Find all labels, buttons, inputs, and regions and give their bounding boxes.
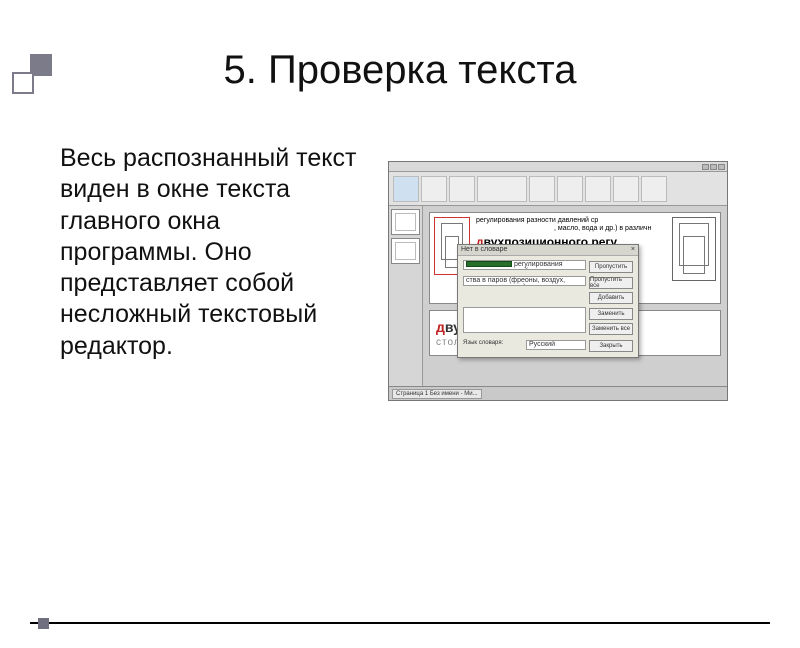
toolbar-button[interactable] xyxy=(393,176,419,202)
green-highlight xyxy=(466,261,512,267)
toolbar-button[interactable] xyxy=(449,176,475,202)
statusbar: Страница 1 Без имени - Ми... xyxy=(389,386,727,400)
doc-text: , масло, вода и др.) в различн xyxy=(554,225,651,232)
toolbar-button[interactable] xyxy=(477,176,527,202)
replace-all-button[interactable]: Заменить все xyxy=(589,323,633,335)
skip-all-button[interactable]: Пропустить все xyxy=(589,277,633,289)
minimize-button[interactable] xyxy=(702,164,709,170)
app-titlebar xyxy=(389,162,727,172)
screenshot: регулирования разности давлений ср , мас… xyxy=(388,161,728,401)
skip-button[interactable]: Пропустить xyxy=(589,261,633,273)
language-select[interactable]: Русский xyxy=(526,340,586,350)
spellcheck-dialog: Нет в словаре × регулирования разности д… xyxy=(457,244,639,358)
doc-text: регулирования разности давлений ср xyxy=(476,217,598,224)
dialog-context-field[interactable]: регулирования разности давлений сред xyxy=(463,260,586,270)
toolbar-button[interactable] xyxy=(613,176,639,202)
cancel-button[interactable]: Закрыть xyxy=(589,340,633,352)
toolbar-button[interactable] xyxy=(641,176,667,202)
add-button[interactable]: Добавить xyxy=(589,292,633,304)
thumbnail-panel xyxy=(389,206,423,386)
body-text: Весь распознанный текст виден в окне тек… xyxy=(60,143,360,362)
footer-rule xyxy=(30,622,770,624)
language-label: Язык словаря: xyxy=(463,340,523,353)
dialog-title-text: Нет в словаре xyxy=(461,246,507,254)
close-button[interactable] xyxy=(718,164,725,170)
dialog-titlebar: Нет в словаре × xyxy=(458,245,638,256)
toolbar-button[interactable] xyxy=(529,176,555,202)
maximize-button[interactable] xyxy=(710,164,717,170)
app-window: регулирования разности давлений ср , мас… xyxy=(388,161,728,401)
app-body: регулирования разности давлений ср , мас… xyxy=(389,206,727,386)
toolbar-button[interactable] xyxy=(585,176,611,202)
page-thumbnail[interactable] xyxy=(391,209,420,235)
document-area: регулирования разности давлений ср , мас… xyxy=(423,206,727,386)
toolbar-button[interactable] xyxy=(421,176,447,202)
dialog-context-field-2[interactable]: ства в паров (фреоны, воздух, масло, вод… xyxy=(463,276,586,286)
toolbar-button[interactable] xyxy=(557,176,583,202)
toolbar xyxy=(389,172,727,206)
footer-bullet xyxy=(38,618,49,629)
mark-letter: д xyxy=(436,319,445,335)
replace-button[interactable]: Заменить xyxy=(589,308,633,320)
dialog-body: регулирования разности давлений сред Про… xyxy=(458,256,638,357)
status-chip[interactable]: Страница 1 Без имени - Ми... xyxy=(392,389,482,399)
page-thumbnail[interactable] xyxy=(391,238,420,264)
technical-drawing xyxy=(672,217,716,281)
content-row: Весь распознанный текст виден в окне тек… xyxy=(0,143,800,401)
suggestions-list[interactable] xyxy=(463,307,586,333)
square-outline xyxy=(12,72,34,94)
slide-title: 5. Проверка текста xyxy=(0,48,800,93)
dialog-close-icon[interactable]: × xyxy=(631,246,635,254)
